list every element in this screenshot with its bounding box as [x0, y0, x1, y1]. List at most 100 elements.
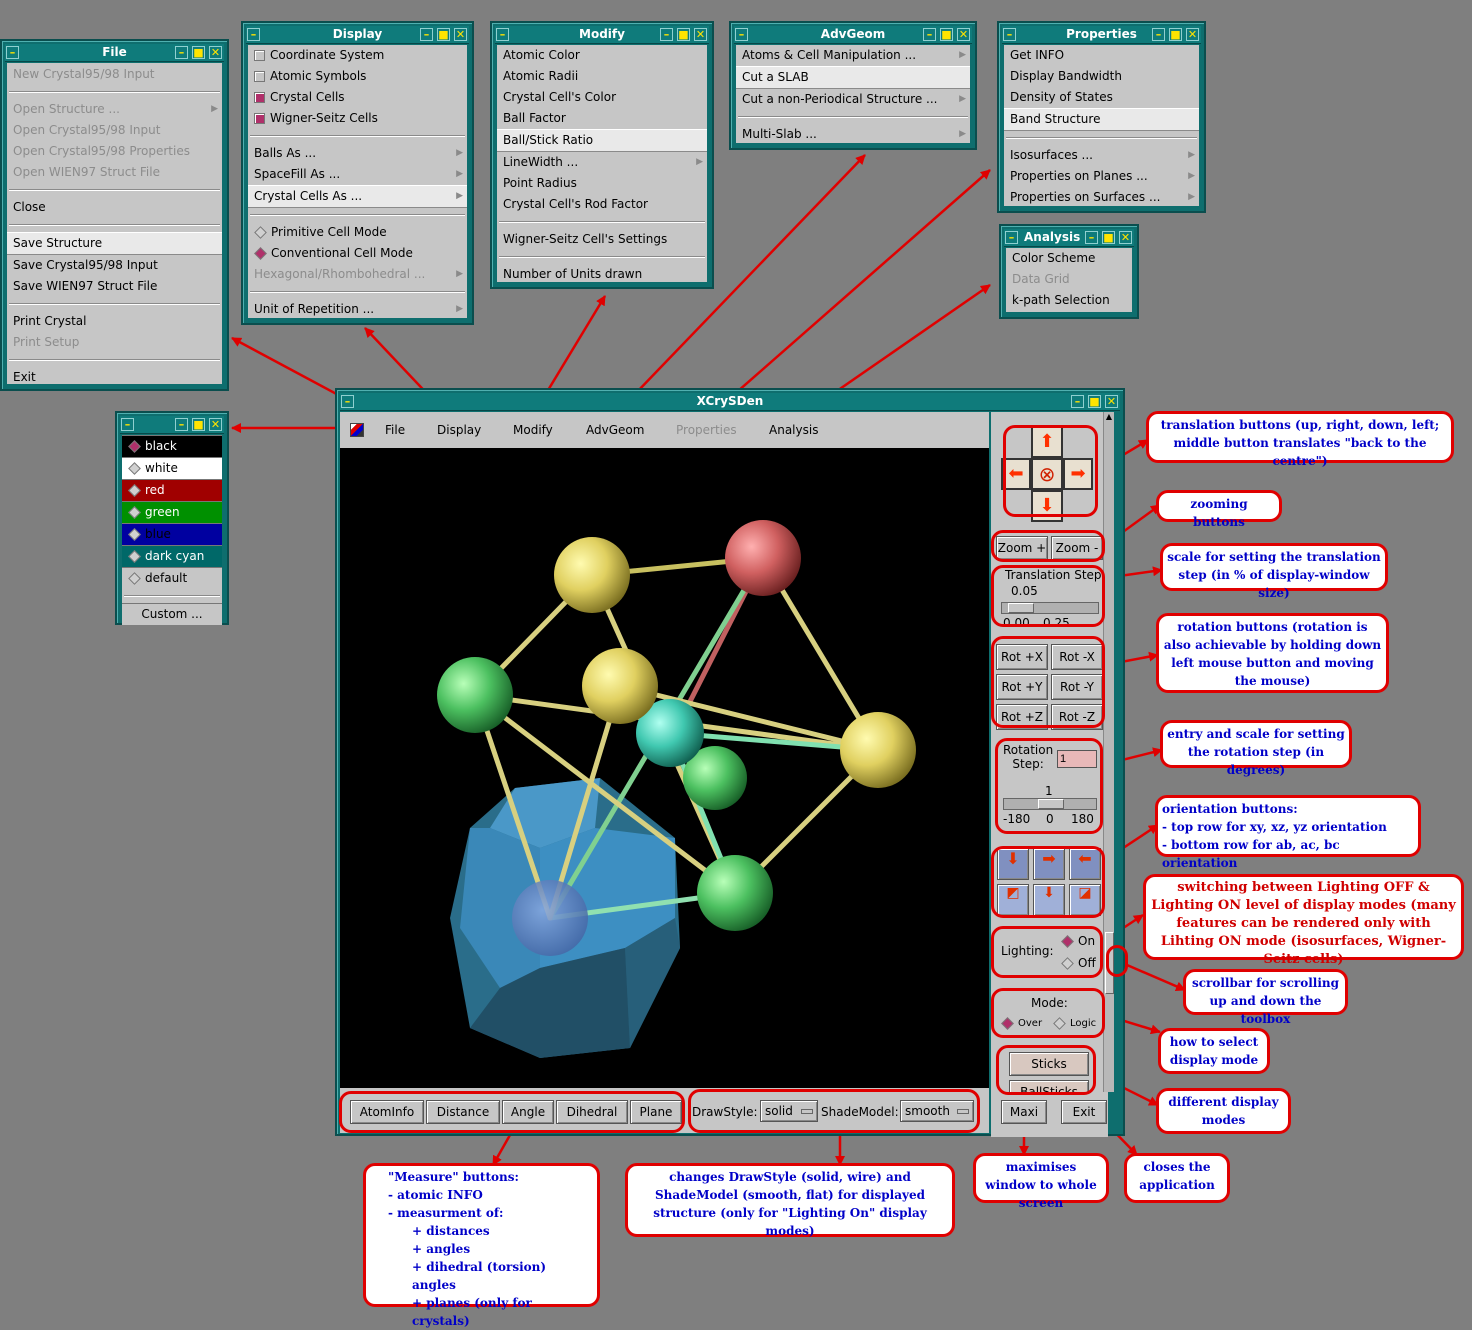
- menu-item-label: Balls As ...: [254, 146, 317, 160]
- close-button[interactable]: ✕: [694, 28, 707, 41]
- menu-item[interactable]: Save Crystal95/98 Input: [7, 255, 222, 276]
- maximize-button[interactable]: ■: [437, 28, 450, 41]
- menu-item[interactable]: Number of Units drawn: [497, 264, 707, 285]
- window-menu-button[interactable]: –: [1005, 231, 1018, 244]
- menu-item[interactable]: Close: [7, 197, 222, 218]
- menu-display[interactable]: Display: [437, 412, 481, 448]
- menu-item[interactable]: Balls As ... ▶: [248, 143, 467, 164]
- menu-item[interactable]: black: [122, 435, 222, 457]
- menu-item[interactable]: Isosurfaces ... ▶: [1004, 145, 1199, 166]
- menu-item[interactable]: Ball Factor: [497, 108, 707, 129]
- menu-item[interactable]: Save Structure: [7, 232, 222, 255]
- maximize-button[interactable]: ■: [940, 28, 953, 41]
- menu-properties[interactable]: Properties: [676, 412, 737, 448]
- exit-button[interactable]: Exit: [1061, 1100, 1107, 1124]
- menu-item[interactable]: Coordinate System: [248, 45, 467, 66]
- minimize-button[interactable]: –: [1071, 395, 1084, 408]
- menu-item[interactable]: Display Bandwidth: [1004, 66, 1199, 87]
- menu-item[interactable]: Cut a SLAB: [736, 66, 970, 89]
- minimize-button[interactable]: –: [420, 28, 433, 41]
- structure-3d-canvas[interactable]: [340, 448, 989, 1088]
- maximize-button[interactable]: ■: [677, 28, 690, 41]
- menu-item[interactable]: Crystal Cells As ... ▶: [248, 185, 467, 208]
- window-menu-button[interactable]: –: [247, 28, 260, 41]
- note-rotation: rotation buttons (rotation is also achie…: [1156, 613, 1389, 693]
- menu-item[interactable]: dark cyan: [122, 545, 222, 567]
- maxi-button[interactable]: Maxi: [1001, 1100, 1047, 1124]
- menu-item[interactable]: New Crystal95/98 Input: [7, 64, 222, 85]
- menu-item[interactable]: Wigner-Seitz Cell's Settings: [497, 229, 707, 250]
- menu-item[interactable]: Properties on Planes ... ▶: [1004, 166, 1199, 187]
- maximize-button[interactable]: ■: [1102, 231, 1115, 244]
- window-menu-button[interactable]: –: [735, 28, 748, 41]
- menu-advgeom[interactable]: AdvGeom: [586, 412, 644, 448]
- menu-item[interactable]: white: [122, 457, 222, 479]
- menu-item[interactable]: LineWidth ... ▶: [497, 152, 707, 173]
- menu-item[interactable]: SpaceFill As ... ▶: [248, 164, 467, 185]
- maximize-button[interactable]: ■: [192, 46, 205, 59]
- menu-analysis[interactable]: Analysis: [769, 412, 818, 448]
- menu-item[interactable]: Crystal Cell's Rod Factor: [497, 194, 707, 215]
- menu-item[interactable]: Print Crystal: [7, 311, 222, 332]
- minimize-button[interactable]: –: [1085, 231, 1098, 244]
- window-menu-button[interactable]: –: [1003, 28, 1016, 41]
- menu-item[interactable]: Open WIEN97 Struct File: [7, 162, 222, 183]
- close-button[interactable]: ✕: [957, 28, 970, 41]
- menu-item[interactable]: Unit of Repetition ... ▶: [248, 299, 467, 320]
- menu-file[interactable]: File: [385, 412, 405, 448]
- maximize-button[interactable]: ■: [1088, 395, 1101, 408]
- menu-item[interactable]: Atoms & Cell Manipulation ... ▶: [736, 45, 970, 66]
- minimize-button[interactable]: –: [175, 418, 188, 431]
- window-menu-button[interactable]: –: [341, 395, 354, 408]
- menu-item[interactable]: Custom ...: [122, 603, 222, 625]
- menu-item[interactable]: Cut a non-Periodical Structure ... ▶: [736, 89, 970, 110]
- close-button[interactable]: ✕: [209, 46, 222, 59]
- menu-item[interactable]: k-path Selection: [1006, 290, 1132, 311]
- close-button[interactable]: ✕: [1105, 395, 1118, 408]
- menu-item[interactable]: Data Grid: [1006, 269, 1132, 290]
- menu-item[interactable]: Open Crystal95/98 Input: [7, 120, 222, 141]
- menu-item[interactable]: Color Scheme: [1006, 248, 1132, 269]
- window-menu-button[interactable]: –: [496, 28, 509, 41]
- menu-item[interactable]: Ball/Stick Ratio: [497, 129, 707, 152]
- minimize-button[interactable]: –: [923, 28, 936, 41]
- menu-item[interactable]: default: [122, 567, 222, 589]
- window-menu-button[interactable]: –: [121, 418, 134, 431]
- menu-item[interactable]: Atomic Symbols: [248, 66, 467, 87]
- menu-item[interactable]: Point Radius: [497, 173, 707, 194]
- menu-item[interactable]: Atomic Color: [497, 45, 707, 66]
- minimize-button[interactable]: –: [1152, 28, 1165, 41]
- menu-item[interactable]: Wigner-Seitz Cells: [248, 108, 467, 129]
- menu-item[interactable]: Crystal Cell's Color: [497, 87, 707, 108]
- close-button[interactable]: ✕: [454, 28, 467, 41]
- menu-item[interactable]: Hexagonal/Rhombohedral ... ▶: [248, 264, 467, 285]
- menu-item[interactable]: Print Setup: [7, 332, 222, 353]
- menu-item[interactable]: Save WIEN97 Struct File: [7, 276, 222, 297]
- close-button[interactable]: ✕: [209, 418, 222, 431]
- menu-item[interactable]: Atomic Radii: [497, 66, 707, 87]
- close-button[interactable]: ✕: [1119, 231, 1132, 244]
- menu-item[interactable]: Band Structure: [1004, 108, 1199, 131]
- menu-item[interactable]: Primitive Cell Mode: [248, 222, 467, 243]
- scroll-up-icon[interactable]: ▲: [1104, 412, 1114, 422]
- menu-item[interactable]: Conventional Cell Mode: [248, 243, 467, 264]
- menu-item[interactable]: Multi-Slab ... ▶: [736, 124, 970, 145]
- menu-item[interactable]: blue: [122, 523, 222, 545]
- maximize-button[interactable]: ■: [1169, 28, 1182, 41]
- menu-item[interactable]: green: [122, 501, 222, 523]
- menu-item[interactable]: Get INFO: [1004, 45, 1199, 66]
- menu-item[interactable]: red: [122, 479, 222, 501]
- menu-modify[interactable]: Modify: [513, 412, 553, 448]
- window-menu-button[interactable]: –: [6, 46, 19, 59]
- close-button[interactable]: ✕: [1186, 28, 1199, 41]
- maximize-button[interactable]: ■: [192, 418, 205, 431]
- minimize-button[interactable]: –: [660, 28, 673, 41]
- menu-item[interactable]: Open Crystal95/98 Properties: [7, 141, 222, 162]
- toolbox-scrollbar[interactable]: ▲: [1103, 412, 1114, 1092]
- menu-item[interactable]: Crystal Cells: [248, 87, 467, 108]
- menu-item[interactable]: Density of States: [1004, 87, 1199, 108]
- menu-item[interactable]: Exit: [7, 367, 222, 388]
- minimize-button[interactable]: –: [175, 46, 188, 59]
- menu-item[interactable]: Properties on Surfaces ... ▶: [1004, 187, 1199, 208]
- menu-item[interactable]: Open Structure ... ▶: [7, 99, 222, 120]
